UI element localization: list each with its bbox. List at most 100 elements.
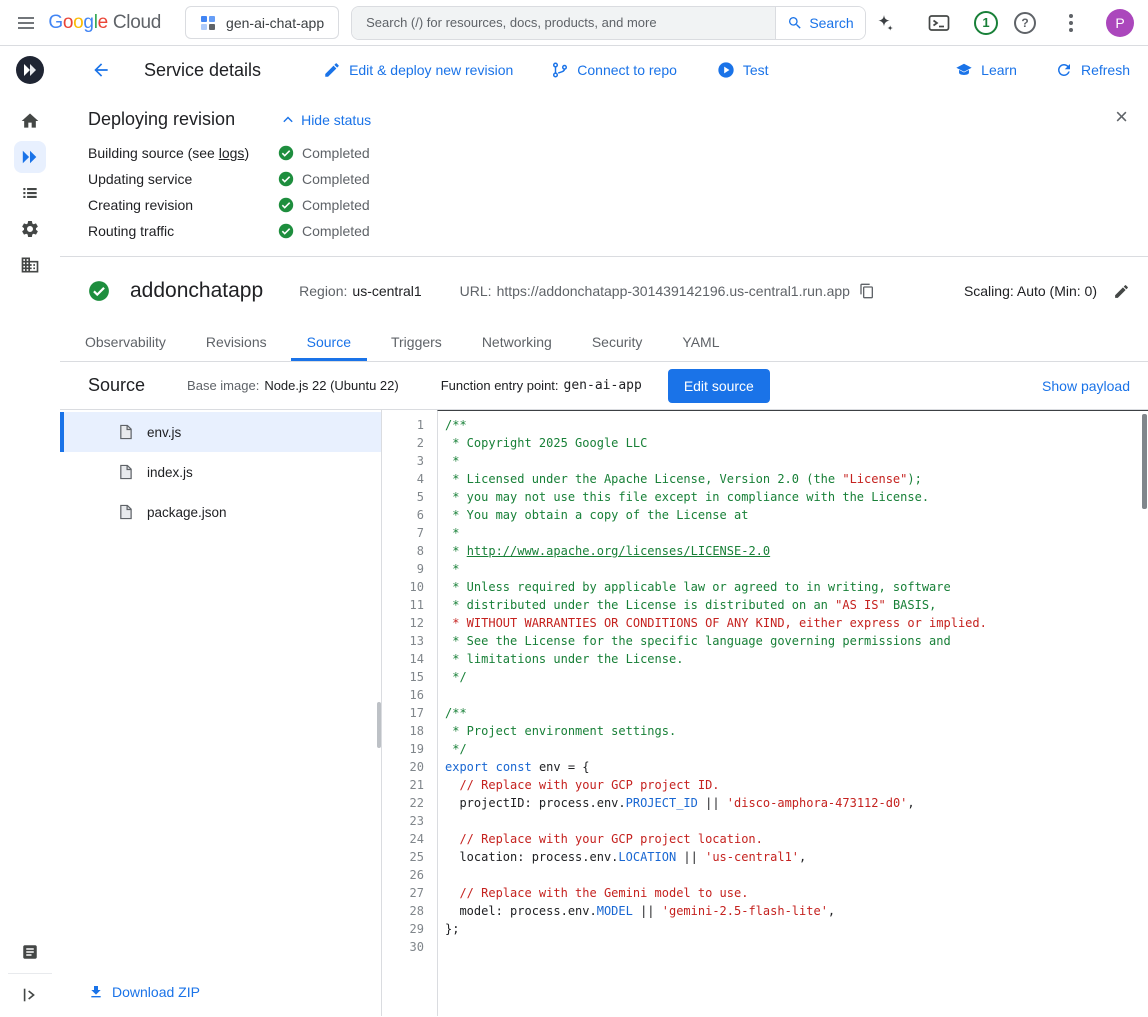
file-list: env.js index.js package.json xyxy=(60,412,381,532)
line-number: 10 xyxy=(382,578,437,596)
connect-repo-label: Connect to repo xyxy=(577,62,677,78)
learn-icon xyxy=(955,61,973,79)
editor-scrollbar[interactable] xyxy=(1142,414,1147,509)
code-line: * WITHOUT WARRANTIES OR CONDITIONS OF AN… xyxy=(445,614,1148,632)
more-options-button[interactable] xyxy=(1052,4,1090,42)
file-icon xyxy=(118,424,133,440)
status-text: Completed xyxy=(302,145,370,161)
line-number: 11 xyxy=(382,596,437,614)
repo-icon xyxy=(551,61,569,79)
release-notes-icon xyxy=(21,943,39,961)
code-editor[interactable]: 1234567891011121314151617181920212223242… xyxy=(382,410,1148,1016)
line-number: 13 xyxy=(382,632,437,650)
file-panel-scrollbar[interactable] xyxy=(377,702,381,748)
hide-status-button[interactable]: Hide status xyxy=(281,112,371,128)
entry-point-value: gen-ai-app xyxy=(564,378,642,393)
learn-button[interactable]: Learn xyxy=(955,61,1017,79)
copy-url-button[interactable] xyxy=(859,283,875,299)
download-zip-button[interactable]: Download ZIP xyxy=(88,984,200,1000)
nav-domain-button[interactable] xyxy=(14,249,46,281)
notifications-button[interactable]: 1 xyxy=(974,11,998,35)
edit-scaling-button[interactable] xyxy=(1113,283,1130,300)
nav-integrations-button[interactable] xyxy=(14,213,46,245)
line-number: 2 xyxy=(382,434,437,452)
test-label: Test xyxy=(743,62,769,78)
status-row: Building source (see logs)Completed xyxy=(88,140,1128,166)
topbar: Google Cloud gen-ai-chat-app Search 1 xyxy=(0,0,1148,46)
nav-home-button[interactable] xyxy=(14,105,46,137)
rail-divider xyxy=(8,973,52,974)
editor-gutter: 1234567891011121314151617181920212223242… xyxy=(382,410,437,1016)
avatar-initial: P xyxy=(1115,15,1124,31)
tab-security[interactable]: Security xyxy=(576,325,659,361)
tab-networking[interactable]: Networking xyxy=(466,325,568,361)
copy-icon xyxy=(859,283,875,299)
status-value: Completed xyxy=(278,223,370,239)
cloud-shell-button[interactable] xyxy=(920,4,958,42)
close-panel-button[interactable]: × xyxy=(1115,106,1128,128)
file-item-env-js[interactable]: env.js xyxy=(60,412,381,452)
cloud-run-product-logo xyxy=(16,56,44,84)
editor-code: /** * Copyright 2025 Google LLC * * Lice… xyxy=(437,410,1148,1016)
code-line: location: process.env.LOCATION || 'us-ce… xyxy=(445,848,1148,866)
refresh-button[interactable]: Refresh xyxy=(1055,61,1130,79)
entry-point: Function entry point: gen-ai-app xyxy=(441,378,642,393)
download-zip-label: Download ZIP xyxy=(112,984,200,1000)
status-row: Routing trafficCompleted xyxy=(88,218,1128,244)
line-number: 22 xyxy=(382,794,437,812)
hamburger-menu-button[interactable] xyxy=(8,4,44,42)
nav-cloud-run-button[interactable] xyxy=(14,141,46,173)
service-success-check-icon xyxy=(88,280,110,302)
test-button[interactable]: Test xyxy=(717,61,769,79)
status-label: Routing traffic xyxy=(88,223,278,239)
code-line: */ xyxy=(445,740,1148,758)
search-button[interactable]: Search xyxy=(775,7,865,39)
tab-revisions[interactable]: Revisions xyxy=(190,325,283,361)
help-button[interactable]: ? xyxy=(1014,12,1036,34)
cloud-shell-icon xyxy=(928,13,950,33)
file-item-package-json[interactable]: package.json xyxy=(60,492,381,532)
project-picker[interactable]: gen-ai-chat-app xyxy=(185,6,339,39)
edit-source-button[interactable]: Edit source xyxy=(668,369,770,403)
learn-label: Learn xyxy=(981,62,1017,78)
code-line: * You may obtain a copy of the License a… xyxy=(445,506,1148,524)
logo-cloud-text: Cloud xyxy=(113,12,161,34)
service-summary: addonchatapp Region: us-central1 URL: ht… xyxy=(60,257,1148,325)
status-row: Creating revisionCompleted xyxy=(88,192,1128,218)
search-bar: Search xyxy=(351,6,866,40)
status-value: Completed xyxy=(278,171,370,187)
refresh-icon xyxy=(1055,61,1073,79)
success-check-icon xyxy=(278,145,294,161)
base-image-value: Node.js 22 (Ubuntu 22) xyxy=(264,378,398,393)
tab-triggers[interactable]: Triggers xyxy=(375,325,458,361)
gemini-button[interactable] xyxy=(866,4,904,42)
code-line: projectID: process.env.PROJECT_ID || 'di… xyxy=(445,794,1148,812)
collapse-panel-icon xyxy=(21,986,39,1004)
account-avatar[interactable]: P xyxy=(1106,9,1134,37)
url-value[interactable]: https://addonchatapp-301439142196.us-cen… xyxy=(497,283,850,299)
url-label: URL: xyxy=(460,283,492,299)
status-label: Creating revision xyxy=(88,197,278,213)
tab-source[interactable]: Source xyxy=(291,325,367,361)
logs-link[interactable]: logs xyxy=(219,145,245,161)
project-icon xyxy=(200,15,216,31)
edit-deploy-button[interactable]: Edit & deploy new revision xyxy=(323,61,513,79)
show-payload-link[interactable]: Show payload xyxy=(1042,378,1130,394)
tab-observability[interactable]: Observability xyxy=(69,325,182,361)
tab-yaml[interactable]: YAML xyxy=(666,325,735,361)
line-number: 14 xyxy=(382,650,437,668)
file-name: index.js xyxy=(147,465,193,480)
search-input[interactable] xyxy=(352,7,775,39)
connect-repo-button[interactable]: Connect to repo xyxy=(551,61,677,79)
line-number: 12 xyxy=(382,614,437,632)
nav-list-button[interactable] xyxy=(14,177,46,209)
code-line: /** xyxy=(445,704,1148,722)
collapse-rail-button[interactable] xyxy=(14,979,46,1011)
hide-status-label: Hide status xyxy=(301,112,371,128)
file-item-index-js[interactable]: index.js xyxy=(60,452,381,492)
back-button[interactable] xyxy=(82,51,120,89)
release-notes-button[interactable] xyxy=(14,936,46,968)
search-icon xyxy=(787,15,803,31)
search-button-label: Search xyxy=(809,15,853,31)
line-number: 26 xyxy=(382,866,437,884)
